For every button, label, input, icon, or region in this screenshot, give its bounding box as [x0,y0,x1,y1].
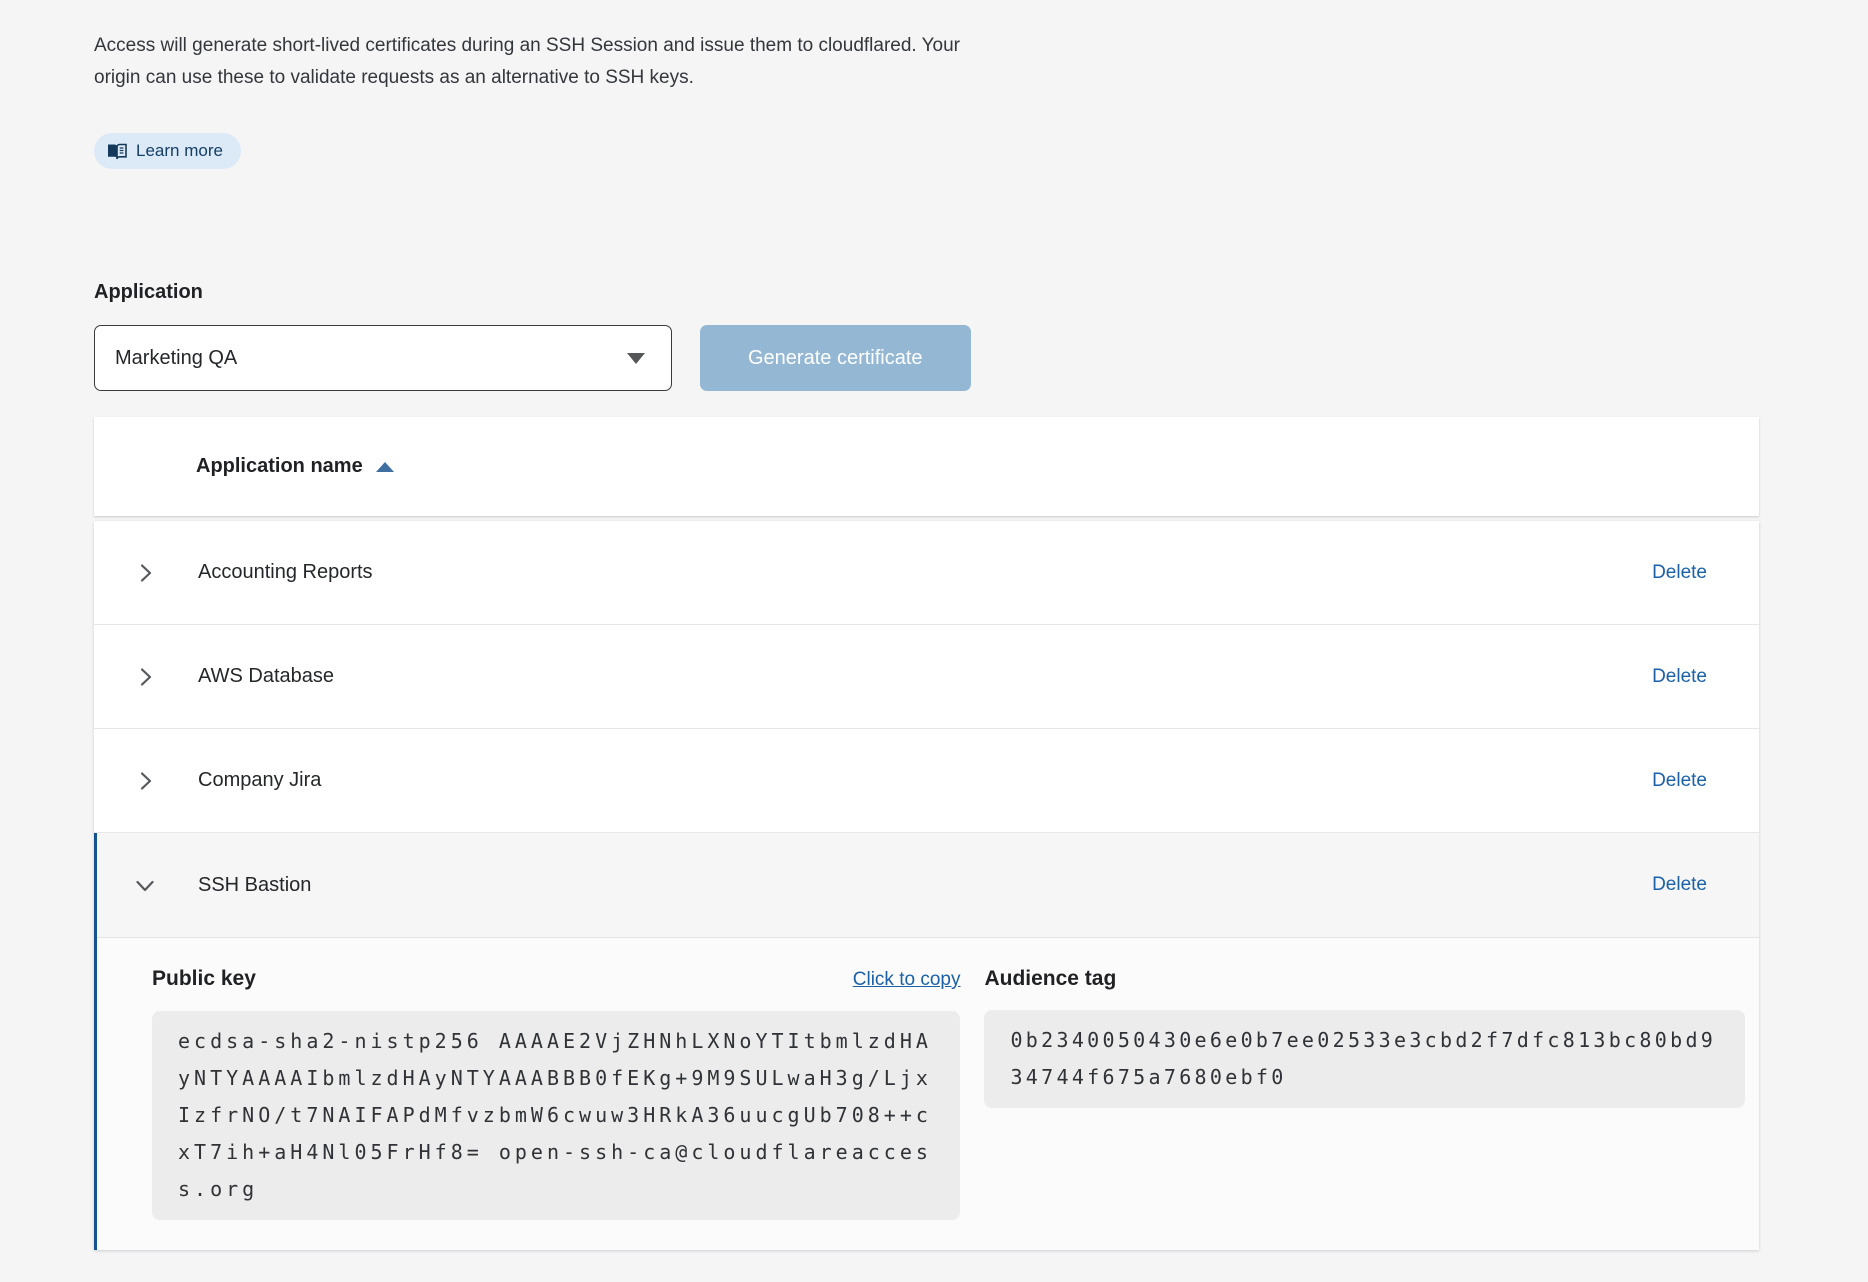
chevron-down-icon [627,353,645,364]
application-name-column-header: Application name [196,455,363,478]
chevron-right-icon [133,769,157,793]
expand-row-button[interactable] [132,664,158,690]
book-icon [107,143,127,160]
public-key-label: Public key [152,966,256,992]
application-field-label: Application [94,280,1868,304]
delete-link[interactable]: Delete [1652,770,1707,792]
certificate-detail-panel: Public key Click to copy ecdsa-sha2-nist… [97,937,1759,1250]
expand-row-button[interactable] [132,768,158,794]
learn-more-label: Learn more [136,141,223,161]
intro-description: Access will generate short-lived certifi… [94,30,994,94]
delete-link[interactable]: Delete [1652,562,1707,584]
public-key-section: Public key Click to copy ecdsa-sha2-nist… [152,966,960,1220]
expanded-row-region: SSH Bastion Delete Public key Click to c… [94,833,1759,1250]
chevron-right-icon [133,561,157,585]
chevron-down-icon [133,873,157,897]
delete-link[interactable]: Delete [1652,874,1707,896]
table-row: Accounting Reports Delete [94,521,1759,625]
table-row: Company Jira Delete [94,729,1759,833]
application-row-name: AWS Database [198,665,1652,688]
application-select[interactable]: Marketing QA [94,325,672,391]
ssh-certificates-page: Access will generate short-lived certifi… [0,0,1868,1250]
applications-table: Application name Accounting Reports Dele… [94,417,1759,1250]
expand-row-button[interactable] [132,560,158,586]
collapse-row-button[interactable] [132,872,158,898]
chevron-right-icon [133,665,157,689]
application-row-name: Accounting Reports [198,561,1652,584]
audience-tag-label: Audience tag [984,966,1116,992]
table-row-expanded: SSH Bastion Delete [97,833,1759,937]
delete-link[interactable]: Delete [1652,666,1707,688]
application-select-value: Marketing QA [115,347,237,370]
application-row-name: Company Jira [198,769,1652,792]
public-key-value: ecdsa-sha2-nistp256 AAAAE2VjZHNhLXNoYTIt… [152,1011,960,1220]
table-header-row: Application name [94,417,1759,516]
table-row: AWS Database Delete [94,625,1759,729]
sort-by-application-name[interactable]: Application name [196,455,394,478]
certificate-controls: Marketing QA Generate certificate [94,325,1868,391]
generate-certificate-button[interactable]: Generate certificate [700,325,971,391]
audience-tag-section: Audience tag 0b2340050430e6e0b7ee02533e3… [984,966,1745,1220]
click-to-copy-link[interactable]: Click to copy [853,967,961,993]
table-body: Accounting Reports Delete AWS Database D… [94,521,1759,1250]
sort-ascending-icon [376,462,394,472]
learn-more-button[interactable]: Learn more [94,133,241,169]
audience-tag-value: 0b2340050430e6e0b7ee02533e3cbd2f7dfc813b… [984,1010,1745,1108]
application-row-name: SSH Bastion [198,874,1652,897]
